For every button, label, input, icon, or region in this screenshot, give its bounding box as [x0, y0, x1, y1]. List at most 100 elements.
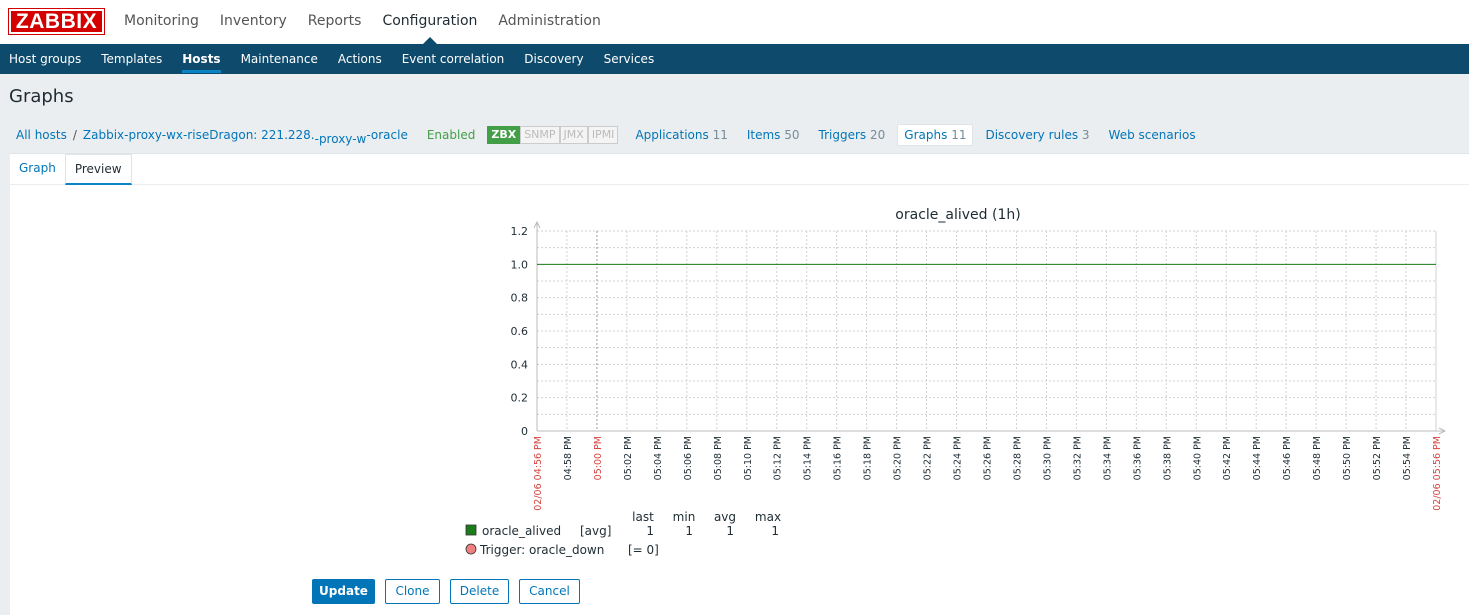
chart-grid — [533, 220, 1447, 435]
y-tick-label: 0 — [521, 425, 528, 438]
zabbix-logo[interactable]: ZABBIX — [8, 8, 105, 35]
legend-value-max: 1 — [771, 524, 779, 538]
chart-y-axis: 1.2 1.0 0.8 0.6 0.4 0.2 0 — [511, 225, 529, 438]
host-tab-applications[interactable]: Applications 11 — [635, 128, 727, 142]
top-menu-administration[interactable]: Administration — [498, 0, 600, 44]
top-menu-reports[interactable]: Reports — [308, 0, 362, 44]
sub-menu: Host groups Templates Hosts Maintenance … — [0, 44, 1469, 74]
x-tick-label: 05:26 PM — [983, 436, 994, 480]
chart-x-axis: 02/06 04:56 PM 04:58 PM 05:00 PM 05:02 PM 05… — [533, 436, 1443, 511]
applications-label: Applications — [635, 128, 709, 142]
x-tick-label: 05:06 PM — [683, 436, 694, 480]
y-tick-label: 0.6 — [511, 325, 529, 338]
graphs-label: Graphs — [904, 128, 948, 142]
legend-value-min: 1 — [685, 524, 693, 538]
applications-count: 11 — [712, 128, 728, 142]
x-tick-label: 05:42 PM — [1222, 436, 1233, 480]
x-tick-label: 05:04 PM — [653, 436, 664, 480]
chart-legend: last min avg max oracle_alived [avg] 1 1 1 1 Trigg… — [465, 510, 781, 557]
form-tabs: Graph Preview — [10, 154, 132, 185]
legend-trigger-label: Trigger: oracle_down — [479, 543, 604, 557]
x-tick-label: 05:28 PM — [1012, 436, 1023, 480]
y-tick-label: 0.8 — [511, 292, 529, 305]
legend-series-name: oracle_alived — [482, 524, 561, 538]
sub-menu-services[interactable]: Services — [604, 44, 655, 74]
tab-graph[interactable]: Graph — [10, 154, 65, 185]
legend-series-func: [avg] — [580, 524, 611, 538]
breadcrumb-host[interactable]: Zabbix-proxy-wx-riseDragon: 221.228.-pro… — [82, 128, 408, 146]
legend-value-last: 1 — [646, 524, 654, 538]
x-start-label: 02/06 04:56 PM — [533, 436, 544, 511]
x-tick-label: 05:52 PM — [1372, 436, 1383, 480]
legend-header-max: max — [755, 510, 781, 524]
x-tick-label: 05:08 PM — [713, 436, 724, 480]
graph-preview: oracle_alived (1h) 1.2 1.0 0.8 0.6 0.4 0.2 0 0… — [456, 190, 1456, 569]
x-tick-label: 05:34 PM — [1102, 436, 1113, 480]
delete-button[interactable]: Delete — [450, 579, 509, 604]
legend-value-avg: 1 — [726, 524, 734, 538]
x-tick-label: 05:30 PM — [1042, 436, 1053, 480]
x-tick-label: 05:32 PM — [1072, 436, 1083, 480]
y-tick-label: 1.2 — [511, 225, 529, 238]
x-tick-label: 05:50 PM — [1342, 436, 1353, 480]
x-tick-label: 05:46 PM — [1282, 436, 1293, 480]
page-title: Graphs — [9, 86, 74, 107]
cancel-button[interactable]: Cancel — [519, 579, 580, 604]
x-tick-label: 05:22 PM — [923, 436, 934, 480]
tab-divider — [10, 184, 1469, 185]
x-tick-label: 05:10 PM — [743, 436, 754, 480]
discovery-rules-count: 3 — [1081, 128, 1090, 142]
sub-menu-event-correlation[interactable]: Event correlation — [402, 44, 505, 74]
x-tick-label: 05:12 PM — [773, 436, 784, 480]
legend-header-avg: avg — [714, 510, 736, 524]
x-tick-label: 05:14 PM — [803, 436, 814, 480]
top-menu-monitoring[interactable]: Monitoring — [124, 0, 199, 44]
host-name-part-3: -oracle — [366, 128, 408, 142]
host-name-part-2: -proxy-w — [314, 132, 367, 146]
host-name-part-1: Zabbix-proxy-wx-riseDragon: 221.228. — [82, 128, 315, 142]
clone-button[interactable]: Clone — [385, 579, 440, 604]
host-tab-triggers[interactable]: Triggers 20 — [819, 128, 886, 142]
y-tick-label: 0.2 — [511, 392, 529, 405]
sub-menu-host-groups[interactable]: Host groups — [9, 44, 81, 74]
triggers-label: Triggers — [818, 128, 867, 142]
sub-menu-templates[interactable]: Templates — [101, 44, 162, 74]
availability-badges: ZBX SNMP JMX IPMI — [487, 126, 619, 144]
breadcrumb-separator: / — [72, 128, 77, 142]
x-tick-label: 05:48 PM — [1312, 436, 1323, 480]
sub-menu-maintenance[interactable]: Maintenance — [241, 44, 318, 74]
host-tab-items[interactable]: Items 50 — [747, 128, 800, 142]
x-tick-label: 05:54 PM — [1402, 436, 1413, 480]
host-tab-web-scenarios[interactable]: Web scenarios — [1109, 128, 1196, 142]
top-menu: Monitoring Inventory Reports Configurati… — [124, 0, 622, 44]
x-tick-label: 05:36 PM — [1132, 436, 1143, 480]
sub-menu-discovery[interactable]: Discovery — [524, 44, 583, 74]
legend-header-min: min — [673, 510, 696, 524]
trigger-icon — [465, 543, 477, 555]
legend-color-swatch — [465, 524, 477, 536]
tab-preview[interactable]: Preview — [64, 154, 132, 185]
x-tick-label: 05:24 PM — [953, 436, 964, 480]
x-tick-label: 05:44 PM — [1252, 436, 1263, 480]
triggers-count: 20 — [870, 128, 886, 142]
sub-menu-actions[interactable]: Actions — [338, 44, 382, 74]
host-status-enabled[interactable]: Enabled — [427, 128, 476, 142]
discovery-rules-label: Discovery rules — [985, 128, 1079, 142]
items-label: Items — [746, 128, 781, 142]
jmx-badge: JMX — [559, 126, 588, 144]
x-tick-label: 05:02 PM — [623, 436, 634, 480]
update-button[interactable]: Update — [312, 579, 375, 604]
ipmi-badge: IPMI — [587, 126, 619, 144]
top-menu-configuration[interactable]: Configuration — [382, 0, 477, 44]
top-menu-inventory[interactable]: Inventory — [220, 0, 287, 44]
y-tick-label: 1.0 — [511, 258, 529, 271]
legend-trigger-condition: [= 0] — [628, 543, 659, 557]
x-end-label: 02/06 05:56 PM — [1432, 436, 1443, 511]
host-tab-graphs[interactable]: Graphs 11 — [897, 124, 974, 146]
top-bar: ZABBIX Monitoring Inventory Reports Conf… — [0, 0, 1469, 44]
sub-menu-hosts[interactable]: Hosts — [182, 44, 221, 74]
breadcrumb-all-hosts[interactable]: All hosts — [16, 128, 67, 142]
x-tick-label: 05:00 PM — [593, 436, 604, 480]
snmp-badge: SNMP — [520, 126, 560, 144]
host-tab-discovery-rules[interactable]: Discovery rules 3 — [985, 128, 1089, 142]
